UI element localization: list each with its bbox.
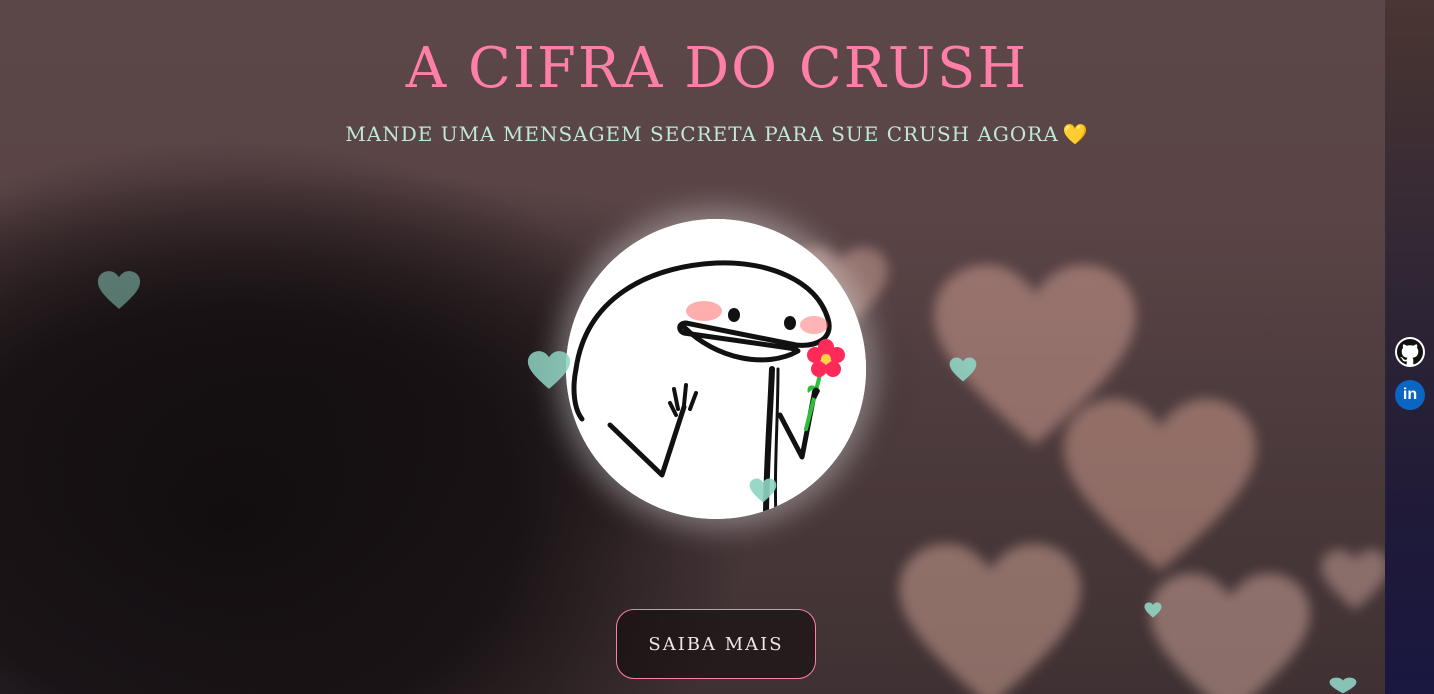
github-icon	[1397, 339, 1423, 365]
linkedin-icon: in	[1402, 386, 1418, 403]
heart-icon	[527, 351, 571, 389]
avatar	[566, 219, 866, 519]
heart-icon	[1329, 677, 1357, 694]
yellow-heart-emoji: 💛	[1062, 122, 1089, 146]
landing-page: A CIFRA DO CRUSH MANDE UMA MENSAGEM SECR…	[0, 0, 1434, 694]
linkedin-link[interactable]: in	[1395, 380, 1425, 410]
heart-icon	[749, 478, 777, 503]
bokeh-heart-icon	[1064, 399, 1256, 571]
page-subtitle: MANDE UMA MENSAGEM SECRETA PARA SUE CRUS…	[0, 122, 1434, 146]
heart-icon	[1144, 602, 1162, 618]
saiba-mais-button[interactable]: SAIBA MAIS	[616, 609, 816, 679]
bokeh-heart-icon	[1321, 549, 1389, 611]
heart-icon	[949, 357, 977, 382]
bokeh-heart-icon	[1150, 573, 1310, 694]
subtitle-text: MANDE UMA MENSAGEM SECRETA PARA SUE CRUS…	[345, 122, 1059, 146]
github-link[interactable]	[1395, 337, 1425, 367]
heart-icon	[97, 271, 141, 309]
page-title: A CIFRA DO CRUSH	[405, 36, 1029, 101]
bokeh-heart-icon	[899, 543, 1081, 694]
flork-with-flower-illustration	[566, 219, 866, 519]
